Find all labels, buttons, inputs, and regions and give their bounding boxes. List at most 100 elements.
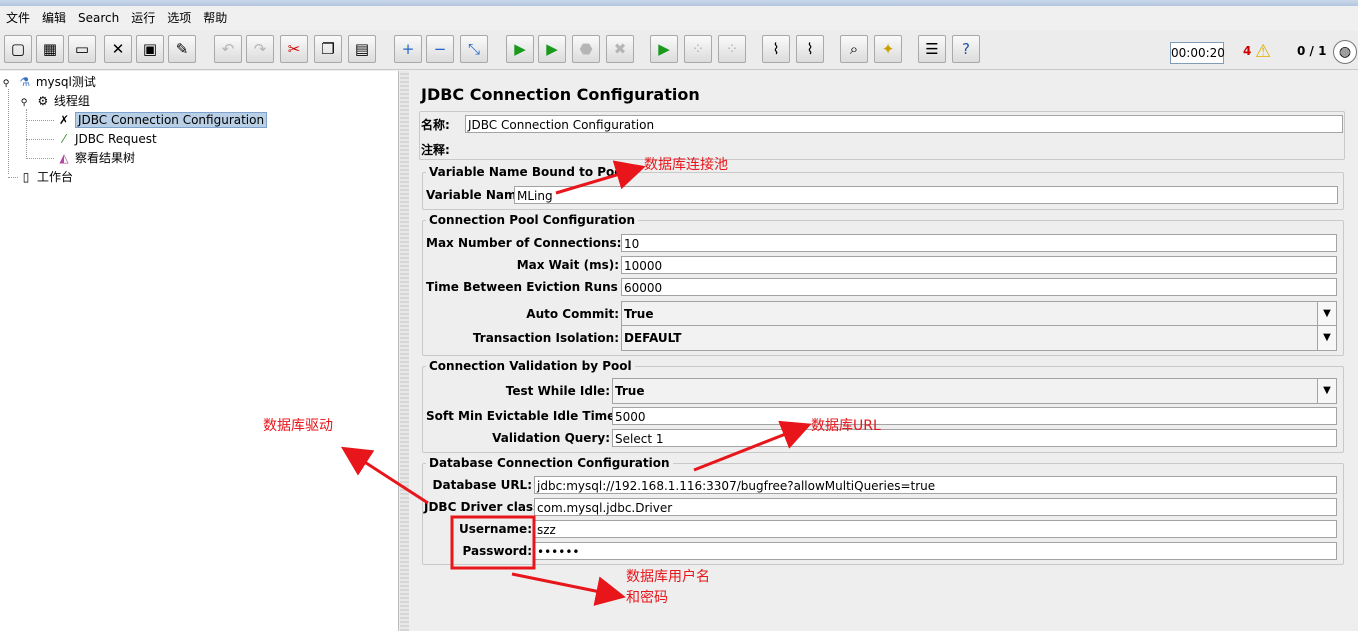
- function-helper-icon[interactable]: ☰: [918, 35, 946, 63]
- auto-commit-label: Auto Commit:: [526, 307, 619, 321]
- tree-node-jdbc-config[interactable]: ✗ JDBC Connection Configuration: [56, 111, 268, 129]
- clear-all-icon[interactable]: ⌇: [796, 35, 824, 63]
- tree-node-jdbc-request[interactable]: ⁄ JDBC Request: [56, 130, 157, 148]
- close-icon[interactable]: ✕: [104, 35, 132, 63]
- max-wait-label: Max Wait (ms):: [516, 258, 619, 272]
- workbench-icon: ▯: [22, 170, 30, 184]
- tree-guide: [26, 120, 54, 121]
- tree-node-results-tree[interactable]: ◭ 察看结果树: [56, 149, 135, 167]
- max-connections-input[interactable]: 10: [621, 234, 1337, 252]
- tree-guide: [26, 139, 54, 140]
- driver-class-label: JDBC Driver class:: [424, 500, 546, 514]
- warning-icon[interactable]: ⚠: [1255, 41, 1271, 62]
- help-icon[interactable]: ?: [952, 35, 980, 63]
- toggle-icon[interactable]: ⤡: [460, 35, 488, 63]
- pipette-icon: ⁄: [62, 132, 65, 146]
- search-icon[interactable]: ⌕: [840, 35, 868, 63]
- remote-start-icon[interactable]: ▶: [650, 35, 678, 63]
- tree-node-workbench[interactable]: ▯ 工作台: [18, 168, 73, 186]
- cut-icon[interactable]: ✂: [280, 35, 308, 63]
- remote-shutdown-icon[interactable]: ⁘: [718, 35, 746, 63]
- tree-guide: [8, 177, 18, 178]
- name-label: 名称:: [421, 117, 450, 132]
- isolation-label: Transaction Isolation:: [472, 331, 619, 345]
- templates-icon[interactable]: ▦: [36, 35, 64, 63]
- remote-stop-icon[interactable]: ⁘: [684, 35, 712, 63]
- variable-name-label: Variable Name:: [426, 188, 530, 202]
- menu-options[interactable]: 选项: [161, 6, 197, 30]
- username-input[interactable]: szz: [534, 520, 1337, 538]
- menu-file[interactable]: 文件: [0, 6, 36, 30]
- clear-icon[interactable]: ⌇: [762, 35, 790, 63]
- max-wait-input[interactable]: 10000: [621, 256, 1337, 274]
- menu-edit[interactable]: 编辑: [36, 6, 72, 30]
- tree-guide: [8, 89, 9, 174]
- soft-min-label: Soft Min Evictable Idle Time(ms):: [426, 409, 651, 423]
- validation-query-label: Validation Query:: [492, 431, 610, 445]
- open-icon[interactable]: ▭: [68, 35, 96, 63]
- toolbar: ▢ ▦ ▭ ✕ ▣ ✎ ↶ ↷ ✂ ❐ ▤ + − ⤡ ▶ ▶ ⬣ ✖ ▶ ⁘ …: [0, 31, 1358, 70]
- test-while-idle-label: Test While Idle:: [505, 384, 610, 398]
- tree-guide: [26, 109, 27, 157]
- redo-icon[interactable]: ↷: [246, 35, 274, 63]
- comments-label: 注释:: [421, 142, 450, 157]
- chevron-down-icon[interactable]: ▼: [1317, 326, 1336, 350]
- collapse-icon[interactable]: −: [426, 35, 454, 63]
- validation-query-input[interactable]: Select 1: [612, 429, 1337, 447]
- validation-title: Connection Validation by Pool: [426, 359, 635, 373]
- menu-search[interactable]: Search: [72, 6, 125, 30]
- isolation-value: DEFAULT: [624, 331, 682, 345]
- eviction-label: Time Between Eviction Runs (ms):: [426, 280, 658, 294]
- shutdown-icon[interactable]: ✖: [606, 35, 634, 63]
- start-no-pause-icon[interactable]: ▶: [538, 35, 566, 63]
- annotation-userpass-line1: 数据库用户名: [626, 569, 710, 585]
- variable-name-input[interactable]: MLing: [514, 186, 1338, 204]
- menu-run[interactable]: 运行: [125, 6, 161, 30]
- reset-search-icon[interactable]: ✦: [874, 35, 902, 63]
- name-input[interactable]: JDBC Connection Configuration: [465, 115, 1343, 133]
- password-input[interactable]: ••••••: [534, 542, 1337, 560]
- soft-min-input[interactable]: 5000: [612, 407, 1337, 425]
- annotation-url: 数据库URL: [811, 418, 881, 434]
- stop-icon[interactable]: ⬣: [572, 35, 600, 63]
- remote-globe-icon[interactable]: ◍: [1333, 40, 1357, 64]
- test-plan-icon: ⚗: [19, 75, 31, 89]
- tree-toggle-icon[interactable]: ⚲: [2, 75, 10, 93]
- tree-node-thread-group[interactable]: ⚲ ⚙ 线程组: [20, 92, 90, 110]
- pool-config-title: Connection Pool Configuration: [426, 213, 639, 227]
- auto-commit-select[interactable]: True ▼: [621, 301, 1337, 327]
- database-title: Database Connection Configuration: [426, 456, 673, 470]
- pool-bound-title: Variable Name Bound to Pool: [426, 165, 630, 179]
- tree-toggle-icon[interactable]: ⚲: [20, 94, 28, 112]
- database-url-input[interactable]: jdbc:mysql://192.168.1.116:3307/bugfree?…: [534, 476, 1337, 494]
- copy-icon[interactable]: ❐: [314, 35, 342, 63]
- save-as-icon[interactable]: ✎: [168, 35, 196, 63]
- chevron-down-icon[interactable]: ▼: [1317, 302, 1336, 326]
- paste-icon[interactable]: ▤: [348, 35, 376, 63]
- test-while-idle-select[interactable]: True ▼: [612, 378, 1337, 404]
- expand-icon[interactable]: +: [394, 35, 422, 63]
- annotation-driver: 数据库驱动: [263, 418, 333, 434]
- max-connections-label: Max Number of Connections:: [426, 236, 622, 250]
- menu-help[interactable]: 帮助: [197, 6, 233, 30]
- isolation-select[interactable]: DEFAULT ▼: [621, 325, 1337, 351]
- driver-class-input[interactable]: com.mysql.jdbc.Driver: [534, 498, 1337, 516]
- menu-bar: 文件 编辑 Search 运行 选项 帮助: [0, 6, 1358, 30]
- auto-commit-value: True: [624, 307, 654, 321]
- annotation-pool: 数据库连接池: [644, 157, 728, 173]
- start-icon[interactable]: ▶: [506, 35, 534, 63]
- split-divider[interactable]: [400, 71, 409, 631]
- tree-node-test-plan[interactable]: ⚲ ⚗ mysql测试: [2, 73, 96, 91]
- tree-guide: [26, 158, 54, 159]
- eviction-input[interactable]: 60000: [621, 278, 1337, 296]
- page-title: JDBC Connection Configuration: [421, 85, 700, 104]
- error-count[interactable]: 4: [1243, 44, 1251, 58]
- elapsed-timer: 00:00:20: [1170, 42, 1225, 64]
- new-icon[interactable]: ▢: [4, 35, 32, 63]
- chevron-down-icon[interactable]: ▼: [1317, 379, 1336, 403]
- undo-icon[interactable]: ↶: [214, 35, 242, 63]
- save-icon[interactable]: ▣: [136, 35, 164, 63]
- chart-icon: ◭: [59, 151, 69, 165]
- gear-icon: ⚙: [37, 94, 49, 108]
- test-while-idle-value: True: [615, 384, 645, 398]
